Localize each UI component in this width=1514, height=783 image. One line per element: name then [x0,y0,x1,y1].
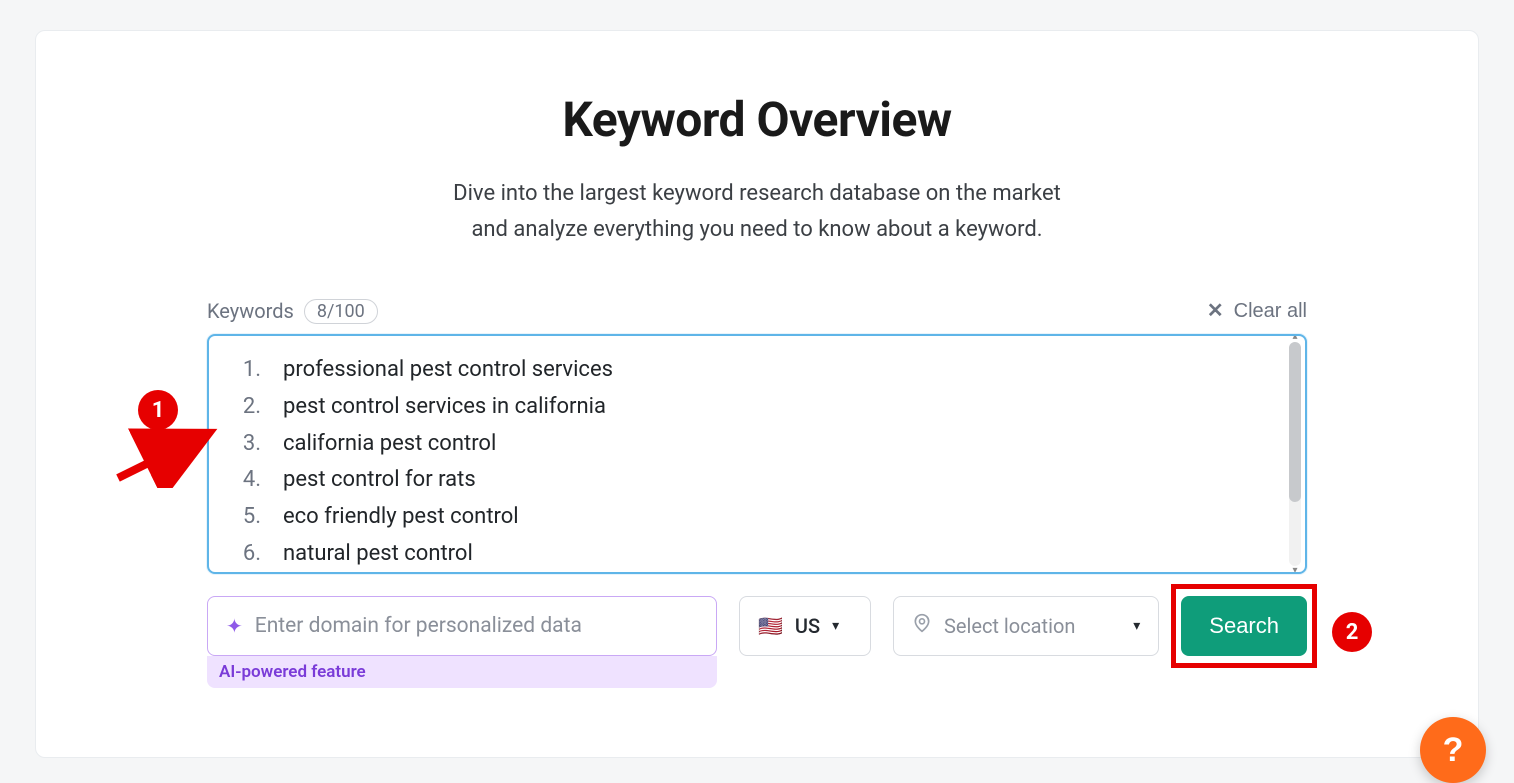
keyword-index: 3. [233,426,261,463]
flag-icon: 🇺🇸 [758,616,783,636]
location-pin-icon [912,613,932,638]
page-subtitle: Dive into the largest keyword research d… [453,176,1061,249]
keywords-list: 1. professional pest control services 2. p… [209,336,1305,572]
keyword-index: 4. [233,462,261,499]
location-placeholder: Select location [944,614,1075,638]
scrollbar-thumb[interactable] [1289,342,1301,502]
keyword-row: 2. pest control services in california [233,389,1281,426]
keyword-row: 1. professional pest control services [233,352,1281,389]
annotation-badge-2: 2 [1332,612,1372,652]
keyword-index: 1. [233,352,261,389]
keyword-row: 6. natural pest control [233,536,1281,571]
keyword-row: 5. eco friendly pest control [233,499,1281,536]
country-code: US [795,614,820,638]
keyword-text: natural pest control [283,536,473,571]
domain-input[interactable]: ✦ Enter domain for personalized data [207,596,717,656]
search-button[interactable]: Search [1181,596,1307,656]
keyword-index: 5. [233,499,261,536]
clear-all-button[interactable]: ✕ Clear all [1207,300,1307,323]
keyword-text: eco friendly pest control [283,499,519,536]
page-title: Keyword Overview [562,91,951,148]
keyword-text: professional pest control services [283,352,613,389]
domain-placeholder: Enter domain for personalized data [255,614,582,638]
keyword-overview-card: Keyword Overview Dive into the largest k… [35,30,1479,758]
keyword-text: pest control services in california [283,389,606,426]
keywords-textarea[interactable]: 1. professional pest control services 2. p… [207,334,1307,574]
subtitle-line-1: Dive into the largest keyword research d… [453,181,1061,206]
keyword-row: 4. pest control for rats [233,462,1281,499]
chevron-down-icon: ▾ [1133,618,1140,634]
keywords-label: Keywords [207,299,294,323]
keywords-header: Keywords 8/100 ✕ Clear all [207,299,1307,324]
chevron-down-icon: ▾ [832,618,839,634]
help-button[interactable]: ? [1420,717,1486,783]
keyword-index: 6. [233,536,261,571]
keyword-text: california pest control [283,426,496,463]
keywords-count-badge: 8/100 [304,299,378,324]
sparkle-icon: ✦ [226,614,243,638]
ai-feature-badge: AI-powered feature [207,656,717,688]
subtitle-line-2: and analyze everything you need to know … [471,217,1042,242]
search-button-wrap: Search [1181,596,1307,656]
keyword-text: pest control for rats [283,462,476,499]
close-icon: ✕ [1207,301,1224,321]
annotation-badge-1: 1 [138,390,178,430]
controls-row: ✦ Enter domain for personalized data AI-… [207,596,1307,688]
location-select[interactable]: Select location ▾ [893,596,1159,656]
clear-all-label: Clear all [1234,300,1307,323]
country-select[interactable]: 🇺🇸 US ▾ [739,596,871,656]
scroll-down-arrow-icon[interactable]: ▾ [1289,566,1301,574]
domain-input-wrap: ✦ Enter domain for personalized data AI-… [207,596,717,688]
keywords-header-left: Keywords 8/100 [207,299,378,324]
keyword-index: 2. [233,389,261,426]
scroll-up-arrow-icon[interactable]: ▴ [1289,334,1301,342]
keyword-row: 3. california pest control [233,426,1281,463]
